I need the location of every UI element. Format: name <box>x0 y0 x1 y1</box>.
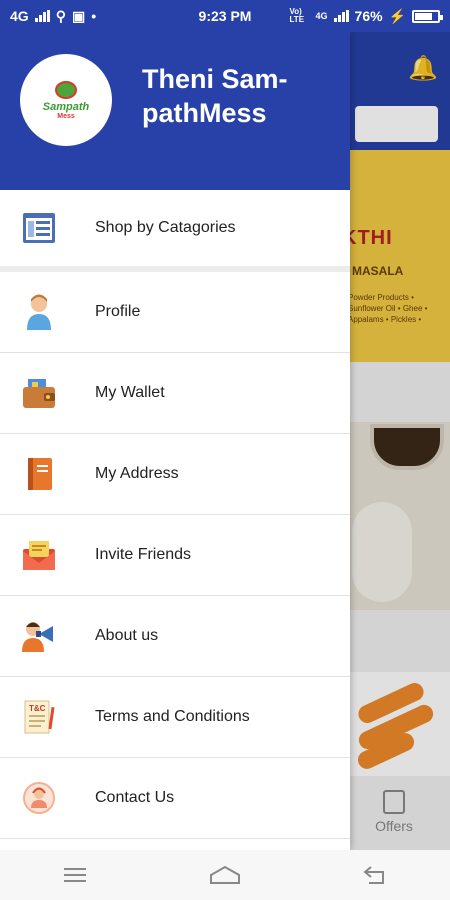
signal-right-icon <box>333 10 349 22</box>
catalog-icon <box>19 208 59 248</box>
menu-item-about-us[interactable]: About us <box>0 596 350 677</box>
contact-icon <box>19 778 59 818</box>
navigation-drawer: Sampath Mess Theni Sam-pathMess Shop by … <box>0 32 350 850</box>
menu-label-terms: Terms and Conditions <box>95 708 250 725</box>
menu-item-my-address[interactable]: My Address <box>0 434 350 515</box>
menu-item-profile[interactable]: Profile <box>0 272 350 353</box>
menu-item-my-wallet[interactable]: My Wallet <box>0 353 350 434</box>
status-left: 4G ⚲ ▣ • <box>10 8 96 25</box>
menu-label-about: About us <box>95 627 159 644</box>
drawer-menu: Shop by Catagories Profile My Wallet My … <box>0 190 350 839</box>
signal-icon <box>34 10 50 22</box>
app-screen: 4G ⚲ ▣ • 9:23 PM Vo) LTE 4G 76% ⚡ 🔔 KTHI… <box>0 0 450 900</box>
svg-text:T&C: T&C <box>29 704 46 713</box>
home-icon <box>210 865 240 884</box>
envelope-icon <box>19 535 59 575</box>
usb-icon: ⚲ <box>55 7 66 24</box>
address-book-icon <box>19 454 59 494</box>
wallet-icon <box>19 373 59 413</box>
menu-nav-button[interactable] <box>45 855 105 895</box>
network-type-right: 4G <box>315 11 328 21</box>
charging-icon: ⚡ <box>388 7 406 24</box>
network-type: 4G <box>10 8 29 24</box>
menu-item-terms-and-conditions[interactable]: T&C Terms and Conditions <box>0 677 350 758</box>
battery-percent: 76% <box>354 8 383 24</box>
more-icon: • <box>91 8 97 24</box>
menu-label-profile: Profile <box>95 303 141 320</box>
system-navigation-bar <box>0 850 450 900</box>
menu-label-address: My Address <box>95 465 179 482</box>
back-icon <box>363 866 384 884</box>
menu-item-shop-by-categories[interactable]: Shop by Catagories <box>0 190 350 272</box>
person-icon <box>19 292 59 332</box>
terms-icon: T&C <box>19 697 59 737</box>
drawer-header: Sampath Mess Theni Sam-pathMess <box>0 32 350 190</box>
app-logo: Sampath Mess <box>20 54 112 146</box>
menu-label-contact: Contact Us <box>95 789 175 806</box>
logo-text: Sampath <box>42 100 90 113</box>
menu-label-shop: Shop by Catagories <box>95 219 236 236</box>
app-title: Theni Sam-pathMess <box>142 64 288 128</box>
menu-item-contact-us[interactable]: Contact Us <box>0 758 350 839</box>
status-right: Vo) LTE 4G 76% ⚡ <box>289 7 443 25</box>
status-bar: 4G ⚲ ▣ • 9:23 PM Vo) LTE 4G 76% ⚡ <box>0 0 450 32</box>
home-nav-button[interactable] <box>195 855 255 895</box>
megaphone-icon <box>19 616 59 656</box>
back-nav-button[interactable] <box>345 855 405 895</box>
menu-item-invite-friends[interactable]: Invite Friends <box>0 515 350 596</box>
hamburger-icon <box>64 868 86 882</box>
logo-mark <box>55 80 77 99</box>
notification-icon: ▣ <box>71 7 86 24</box>
logo-subtext: Mess <box>57 112 75 120</box>
battery-fill <box>415 12 432 20</box>
menu-label-wallet: My Wallet <box>95 384 165 401</box>
battery-icon <box>412 9 443 23</box>
volte-indicator: Vo) LTE <box>289 7 305 24</box>
menu-label-invite: Invite Friends <box>95 546 192 563</box>
